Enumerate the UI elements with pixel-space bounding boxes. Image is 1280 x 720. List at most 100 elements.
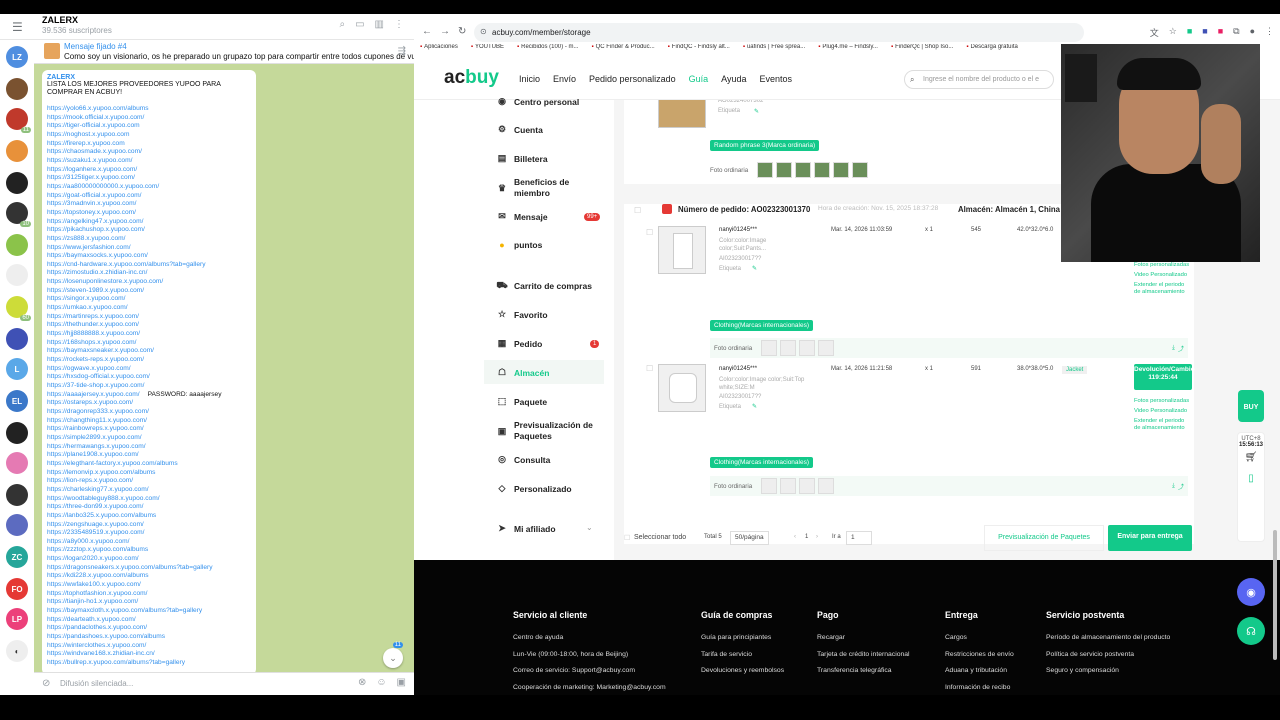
current-page[interactable]: 1 bbox=[805, 534, 808, 540]
link-text[interactable]: https://ostareps.x.yupoo.com/ bbox=[47, 399, 133, 406]
chat-avatar[interactable]: FO bbox=[6, 578, 28, 600]
share-icon[interactable]: ⤴ bbox=[1178, 344, 1184, 353]
link-item[interactable]: https://baymaxsocks.x.yupoo.com/ bbox=[47, 252, 251, 261]
page-scrollbar[interactable] bbox=[1273, 530, 1277, 660]
link-item[interactable]: https://mook.official.x.yupoo.com/ bbox=[47, 114, 251, 123]
extension-icon[interactable]: ■ bbox=[1218, 26, 1223, 39]
select-all-label[interactable]: Seleccionar todo bbox=[634, 534, 686, 541]
chat-avatar[interactable] bbox=[6, 328, 28, 350]
select-checkbox[interactable]: ☐ bbox=[634, 206, 641, 215]
link-text[interactable]: https://martinreps.x.yupoo.com/ bbox=[47, 313, 139, 320]
link-text[interactable]: https://plane1908.x.yupoo.com/ bbox=[47, 451, 139, 458]
select-all-checkbox[interactable]: ☐ bbox=[624, 534, 630, 542]
action-link[interactable]: Video Personalizado bbox=[1134, 408, 1190, 415]
link-text[interactable]: https://a8y000.x.yupoo.com/ bbox=[47, 538, 129, 545]
link-item[interactable]: https://changthing11.x.yupoo.com/ bbox=[47, 417, 251, 426]
link-text[interactable]: https://singor.x.yupoo.com/ bbox=[47, 295, 125, 302]
broadcast-placeholder[interactable]: Difusión silenciada... bbox=[60, 679, 133, 688]
link-text[interactable]: https://168shops.x.yupoo.com/ bbox=[47, 339, 136, 346]
profile-icon[interactable]: ● bbox=[1250, 26, 1255, 39]
footer-link[interactable]: Tarifa de servicio bbox=[701, 647, 784, 664]
link-item[interactable]: https://3125tiger.x.yupoo.com/ bbox=[47, 174, 251, 183]
link-item[interactable]: https://three-don99.x.yupoo.com/ bbox=[47, 503, 251, 512]
link-text[interactable]: https://windvane168.x.zhidian-inc.cn/ bbox=[47, 650, 155, 657]
download-icon[interactable]: ⤓ bbox=[1172, 482, 1175, 490]
footer-link[interactable]: Tarjeta de crédito internacional bbox=[817, 647, 910, 664]
chat-avatar[interactable] bbox=[6, 172, 28, 194]
action-link[interactable]: Extender el periodo de almacenamiento bbox=[1134, 418, 1190, 432]
link-text[interactable]: https://simple2899.x.yupoo.com/ bbox=[47, 434, 142, 441]
edit-icon[interactable]: ✎ bbox=[752, 265, 757, 272]
link-text[interactable]: https://charlesking77.x.yupoo.com/ bbox=[47, 486, 149, 493]
photo-thumbnail[interactable] bbox=[852, 162, 869, 178]
edit-icon[interactable]: ✎ bbox=[754, 108, 759, 115]
chat-avatar[interactable]: ZC bbox=[6, 546, 28, 568]
footer-link[interactable]: Información de recibo bbox=[945, 680, 1014, 696]
action-link[interactable]: Extender el periodo de almacenamiento bbox=[1134, 282, 1190, 296]
link-item[interactable]: https://plane1908.x.yupoo.com/ bbox=[47, 451, 251, 460]
link-text[interactable]: https://baymaxcloth.x.yupoo.com/albums?t… bbox=[47, 607, 202, 614]
link-text[interactable]: https://three-don99.x.yupoo.com/ bbox=[47, 503, 143, 510]
link-text[interactable]: https://dearteath.x.yupoo.com/ bbox=[47, 616, 136, 623]
link-item[interactable]: https://ostareps.x.yupoo.com/ bbox=[47, 399, 251, 408]
link-text[interactable]: https://baymaxsneaker.x.yupoo.com/ bbox=[47, 347, 154, 354]
item-actions[interactable]: Fotos personalizadas Video Personalizado… bbox=[1134, 398, 1190, 432]
photo-thumbnail[interactable] bbox=[761, 340, 778, 356]
link-text[interactable]: https://3madnvin.x.yupoo.com/ bbox=[47, 200, 136, 207]
link-item[interactable]: https://www.jersfashion.com/ bbox=[47, 244, 251, 253]
link-item[interactable]: https://wwfake100.x.yupoo.com/ bbox=[47, 581, 251, 590]
more-icon[interactable]: ⋮ bbox=[1265, 26, 1274, 39]
return-button[interactable]: Devolución/Cambio 119:25:44 bbox=[1134, 364, 1195, 390]
link-text[interactable]: https://hermawangs.x.yupoo.com/ bbox=[47, 443, 146, 450]
bookmark-star-icon[interactable]: ☆ bbox=[1169, 26, 1177, 39]
link-item[interactable]: https://lion-reps.x.yupoo.com/ bbox=[47, 477, 251, 486]
forward-icon[interactable]: → bbox=[440, 26, 450, 37]
extension-icon[interactable]: ■ bbox=[1202, 26, 1207, 39]
sidebar-item[interactable]: ● puntos bbox=[496, 240, 542, 250]
link-text[interactable]: https://tiger-official.x.yupoo.com bbox=[47, 122, 140, 129]
link-item[interactable]: https://thethunder.x.yupoo.com/ bbox=[47, 321, 251, 330]
link-text[interactable]: https://noghost.x.yupoo.com bbox=[47, 131, 129, 138]
link-item[interactable]: https://charlesking77.x.yupoo.com/ bbox=[47, 486, 251, 495]
product-image[interactable] bbox=[658, 364, 706, 412]
link-text[interactable]: https://suzaku1.x.yupoo.com/ bbox=[47, 157, 132, 164]
link-item[interactable]: https://ogwave.x.yupoo.com/ bbox=[47, 365, 251, 374]
sidebar-item[interactable]: ◇ Personalizado bbox=[496, 483, 572, 494]
sidebar-item[interactable]: ▤ Billetera bbox=[496, 153, 548, 164]
photo-thumbnail[interactable] bbox=[757, 162, 774, 178]
photo-thumbnail[interactable] bbox=[776, 162, 793, 178]
scroll-down-button[interactable]: ⌄ 11 bbox=[383, 642, 403, 668]
link-text[interactable]: https://mook.official.x.yupoo.com/ bbox=[47, 114, 144, 121]
footer-link[interactable]: Guía para principiantes bbox=[701, 630, 784, 647]
link-item[interactable]: https://rockets-reps.x.yupoo.com/ bbox=[47, 356, 251, 365]
video-chat-icon[interactable]: ▭ bbox=[355, 19, 364, 30]
link-text[interactable]: https://zimostudio.x.zhidian-inc.cn/ bbox=[47, 269, 147, 276]
footer-link[interactable]: Política de servicio postventa bbox=[1046, 647, 1170, 664]
link-text[interactable]: https://lemonvip.x.yupoo.com/albums bbox=[47, 469, 155, 476]
gift-icon[interactable]: ▣ bbox=[397, 677, 406, 688]
photo-thumbnail[interactable] bbox=[780, 478, 797, 494]
link-item[interactable]: https://hjj8888888.x.yupoo.com/ bbox=[47, 330, 251, 339]
link-text[interactable]: https://www.jersfashion.com/ bbox=[47, 244, 131, 251]
link-item[interactable]: https://3madnvin.x.yupoo.com/ bbox=[47, 200, 251, 209]
link-text[interactable]: https://hxsdog-official.x.yupoo.com/ bbox=[47, 373, 150, 380]
footer-link[interactable]: Cargos bbox=[945, 630, 1014, 647]
chat-avatar[interactable] bbox=[6, 264, 28, 286]
footer-link[interactable]: Correo de servicio: Support@acbuy.com bbox=[513, 663, 666, 680]
link-item[interactable]: https://zs888.x.yupoo.com/ bbox=[47, 235, 251, 244]
nav-link-3[interactable]: Pedido personalizado bbox=[589, 74, 676, 84]
link-text[interactable]: https://zs888.x.yupoo.com/ bbox=[47, 235, 125, 242]
link-item[interactable]: https://aa800000000000.x.yupoo.com/ bbox=[47, 183, 251, 192]
link-text[interactable]: https://losenuponlinestore.x.yupoo.com/ bbox=[47, 278, 163, 285]
link-text[interactable]: https://aaaajersey.x.yupoo.com/ bbox=[47, 391, 140, 398]
link-text[interactable]: https://bullrep.x.yupoo.com/albums?tab=g… bbox=[47, 659, 185, 666]
bookmark-item[interactable]: ▪ YOUTUBE bbox=[471, 44, 504, 58]
link-item[interactable]: https://baymaxsneaker.x.yupoo.com/ bbox=[47, 347, 251, 356]
link-text[interactable]: https://firerep.x.yupoo.com bbox=[47, 140, 125, 147]
bookmark-item[interactable]: ▪ Descarga gratuita bbox=[966, 44, 1018, 58]
link-item[interactable]: https://umkao.x.yupoo.com/ bbox=[47, 304, 251, 313]
link-text[interactable]: https://tophotfashion.x.yupoo.com/ bbox=[47, 590, 147, 597]
link-text[interactable]: https://loganhere.x.yupoo.com/ bbox=[47, 166, 137, 173]
footer-link[interactable]: Devoluciones y reembolsos bbox=[701, 663, 784, 680]
link-item[interactable]: https://zimostudio.x.zhidian-inc.cn/ bbox=[47, 269, 251, 278]
